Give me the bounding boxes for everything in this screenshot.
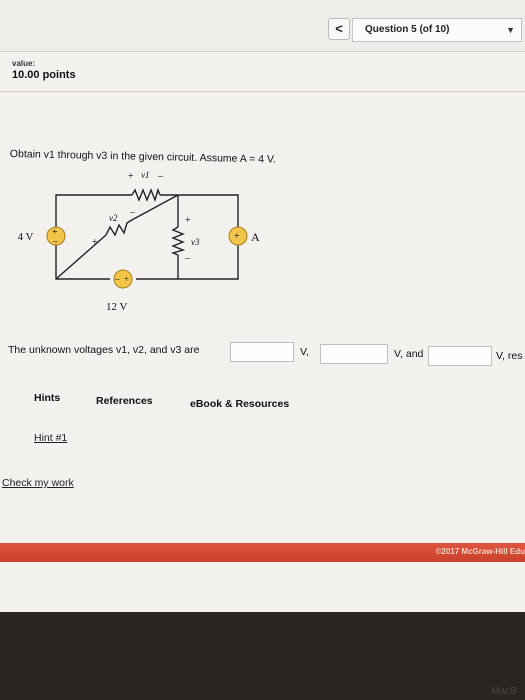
circuit-diagram: + – + – + 24 V A 12 V + v1 – v2 – + + v3…	[18, 170, 260, 313]
v1-label: v1	[141, 170, 150, 180]
source-12v-label: 12 V	[106, 301, 128, 313]
source-24v-minus: –	[52, 236, 58, 246]
v1-unit: V,	[300, 346, 309, 358]
question-nav-bar: < Question 5 (of 10) ▼	[0, 0, 525, 52]
v3-plus: +	[185, 215, 191, 226]
v2-minus: –	[129, 207, 136, 218]
source-24v-label: 24 V	[18, 231, 34, 243]
check-my-work-link[interactable]: Check my work	[2, 477, 74, 489]
copyright-text: ©2017 McGraw-Hill Edu	[435, 547, 525, 556]
tab-hints[interactable]: Hints	[34, 392, 60, 404]
v3-answer-input[interactable]	[428, 346, 492, 366]
previous-question-button[interactable]: <	[328, 18, 350, 40]
answer-row: The unknown voltages v1, v2, and v3 are …	[8, 340, 525, 370]
v2-unit: V, and	[394, 348, 424, 360]
tab-ebook-resources[interactable]: eBook & Resources	[190, 398, 289, 410]
v2-label: v2	[109, 213, 118, 223]
hint-1-link[interactable]: Hint #1	[34, 432, 67, 444]
points-value: 10.00 points	[12, 69, 76, 81]
v3-minus: –	[184, 253, 191, 264]
v3-label: v3	[191, 237, 200, 247]
problem-statement: Obtain v1 through v3 in the given circui…	[9, 148, 277, 166]
question-selector-label: Question 5 (of 10)	[365, 24, 450, 35]
source-12v-minus: –	[114, 274, 120, 284]
question-selector[interactable]: Question 5 (of 10) ▼	[352, 18, 522, 42]
tab-references[interactable]: References	[96, 395, 153, 407]
source-12v-plus: +	[124, 274, 129, 284]
points-header: value: 10.00 points	[0, 52, 525, 92]
footer-bar: ©2017 McGraw-Hill Edu	[0, 543, 525, 562]
v3-unit: V, res	[496, 350, 523, 362]
value-label: value:	[12, 59, 36, 68]
chevron-down-icon: ▼	[506, 25, 515, 35]
v2-plus: +	[92, 237, 98, 248]
source-dependent-plus: +	[234, 231, 240, 242]
v1-minus: –	[157, 171, 164, 182]
source-dependent-label: A	[251, 230, 260, 244]
answer-prefix: The unknown voltages v1, v2, and v3 are	[8, 344, 200, 356]
v1-answer-input[interactable]	[230, 342, 294, 362]
v1-plus: +	[128, 171, 134, 182]
device-logo: MacB	[491, 686, 517, 697]
browser-viewport: < Question 5 (of 10) ▼ value: 10.00 poin…	[0, 0, 525, 612]
v2-answer-input[interactable]	[320, 344, 388, 364]
